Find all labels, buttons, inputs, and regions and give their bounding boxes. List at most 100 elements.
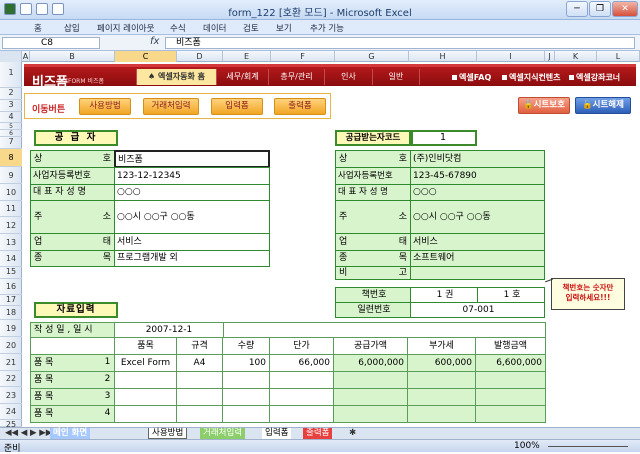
supplier-biztype-cell[interactable]: 서비스 <box>114 233 270 251</box>
table-cell-supply[interactable]: 6,000,000 <box>333 354 408 372</box>
row-header[interactable]: 11 <box>0 201 22 217</box>
fx-icon[interactable]: fx <box>150 36 159 47</box>
link-excel-faq[interactable]: 엑셀FAQ <box>452 72 491 83</box>
table-cell-qty[interactable] <box>222 405 270 423</box>
table-cell-price[interactable] <box>269 405 334 423</box>
table-cell-qty[interactable] <box>222 371 270 389</box>
receiver-name-cell[interactable]: (주)인비닷컴 <box>410 150 545 168</box>
maximize-button[interactable]: ❐ <box>589 1 611 17</box>
supplier-bizno-cell[interactable]: 123-12-12345 <box>114 167 270 185</box>
table-cell-item[interactable]: Excel Form <box>114 354 177 372</box>
row-header[interactable]: 7 <box>0 137 22 149</box>
row-header[interactable]: 1 <box>0 62 22 88</box>
link-excel-lecture[interactable]: 엑셀강좌코너 <box>569 72 620 83</box>
row-header[interactable]: 21 <box>0 354 22 371</box>
receiver-address-cell[interactable]: ○○시 ○○구 ○○동 <box>410 200 545 234</box>
tab-page-layout[interactable]: 페이지 레이아웃 <box>97 22 154 34</box>
table-cell-supply[interactable] <box>333 388 408 406</box>
tab-home[interactable]: 홈 <box>34 22 42 34</box>
table-cell-price[interactable]: 66,000 <box>269 354 334 372</box>
table-cell-item[interactable] <box>114 388 177 406</box>
table-cell-qty[interactable]: 100 <box>222 354 270 372</box>
table-cell-price[interactable] <box>269 388 334 406</box>
row-header[interactable]: 5 <box>0 123 22 130</box>
table-cell-vat[interactable] <box>407 388 476 406</box>
client-input-button[interactable]: 거래처입력 <box>143 98 199 115</box>
table-cell-qty[interactable] <box>222 388 270 406</box>
row-header[interactable]: 25 <box>0 420 22 429</box>
row-header[interactable]: 22 <box>0 371 22 387</box>
column-header-k[interactable]: K <box>555 51 597 62</box>
row-header[interactable]: 24 <box>0 404 22 420</box>
date-cell[interactable]: 2007-12-1 <box>114 322 224 338</box>
column-header-a[interactable]: A <box>22 51 30 62</box>
table-cell-vat[interactable] <box>407 405 476 423</box>
name-box[interactable]: C8 <box>2 37 100 49</box>
row-header[interactable]: 23 <box>0 387 22 404</box>
output-form-button[interactable]: 출력폼 <box>274 98 326 115</box>
zoom-slider[interactable] <box>548 446 628 447</box>
nav-general-affairs[interactable]: 총무/관리 <box>268 69 324 85</box>
row-header[interactable]: 19 <box>0 320 22 337</box>
sheet-tab-output[interactable]: 출력폼 <box>303 428 333 439</box>
tab-nav-arrows[interactable]: ◀◀ ◀ ▶ ▶▶ <box>2 428 55 439</box>
column-header-d[interactable]: D <box>177 51 223 62</box>
row-header[interactable]: 6 <box>0 130 22 137</box>
link-excel-knowledge[interactable]: 엑셀지식컨텐츠 <box>502 72 561 83</box>
sheet-tab-main[interactable]: 메인 화면 <box>50 428 91 439</box>
row-header[interactable]: 3 <box>0 100 22 112</box>
receiver-bizno-cell[interactable]: 123-45-67890 <box>410 167 545 185</box>
table-cell-vat[interactable]: 600,000 <box>407 354 476 372</box>
table-cell-spec[interactable] <box>176 405 223 423</box>
row-header[interactable]: 16 <box>0 279 22 295</box>
tab-view[interactable]: 보기 <box>276 22 292 34</box>
insert-sheet-icon[interactable]: ✱ <box>346 428 359 439</box>
supplier-item-cell[interactable]: 프로그램개발 외 <box>114 250 270 267</box>
sheet-tab-client[interactable]: 거래처입력 <box>200 428 246 439</box>
minimize-button[interactable]: ─ <box>566 1 588 17</box>
table-cell-price[interactable] <box>269 371 334 389</box>
table-cell-supply[interactable] <box>333 371 408 389</box>
row-header[interactable]: 2 <box>0 88 22 100</box>
formula-input[interactable]: 비즈폼 <box>165 37 635 49</box>
row-header[interactable]: 10 <box>0 184 22 201</box>
worksheet[interactable]: 비즈폼 BIZFORM 비즈폼 ♠ 엑셀자동화 홈 세무/회계 총무/관리 인사… <box>22 62 640 427</box>
tab-insert[interactable]: 삽입 <box>64 22 80 34</box>
table-cell-total[interactable] <box>475 371 546 389</box>
column-header-l[interactable]: L <box>597 51 640 62</box>
row-header[interactable]: 14 <box>0 251 22 267</box>
sheet-protect-button[interactable]: 🔒시트보호 <box>518 97 570 114</box>
supplier-ceo-cell[interactable]: ○○○ <box>114 184 270 201</box>
column-header-f[interactable]: F <box>271 51 335 62</box>
column-header-b[interactable]: B <box>30 51 115 62</box>
nav-tax-accounting[interactable]: 세무/회계 <box>216 69 268 85</box>
select-all-corner[interactable] <box>0 51 22 62</box>
supplier-address-cell[interactable]: ○○시 ○○구 ○○동 <box>114 200 270 234</box>
row-header[interactable]: 18 <box>0 306 22 320</box>
supplier-name-cell[interactable]: 비즈폼 <box>114 150 270 168</box>
nav-excel-home[interactable]: ♠ 엑셀자동화 홈 <box>136 69 216 85</box>
column-header-c[interactable]: C <box>115 51 177 62</box>
book-number-cell[interactable]: 1 호 <box>477 287 545 303</box>
column-header-j[interactable]: J <box>545 51 555 62</box>
table-cell-spec[interactable]: A4 <box>176 354 223 372</box>
table-cell-supply[interactable] <box>333 405 408 423</box>
table-cell-vat[interactable] <box>407 371 476 389</box>
tab-review[interactable]: 검토 <box>243 22 259 34</box>
close-button[interactable]: ✕ <box>612 1 638 17</box>
sheet-tab-usage[interactable]: 사용방법 <box>148 428 188 439</box>
column-header-h[interactable]: H <box>409 51 477 62</box>
row-header[interactable]: 20 <box>0 337 22 354</box>
receiver-note-cell[interactable] <box>410 266 545 280</box>
row-header[interactable]: 8 <box>0 149 22 167</box>
nav-hr[interactable]: 인사 <box>324 69 372 85</box>
tab-data[interactable]: 데이터 <box>203 22 226 34</box>
nav-general[interactable]: 일반 <box>372 69 420 85</box>
zoom-level[interactable]: 100% <box>514 441 540 451</box>
row-header[interactable]: 13 <box>0 234 22 251</box>
table-cell-item[interactable] <box>114 405 177 423</box>
tab-formulas[interactable]: 수식 <box>170 22 186 34</box>
row-header[interactable]: 4 <box>0 112 22 123</box>
usage-button[interactable]: 사용방법 <box>79 98 131 115</box>
receiver-code-cell[interactable]: 1 <box>411 130 477 146</box>
